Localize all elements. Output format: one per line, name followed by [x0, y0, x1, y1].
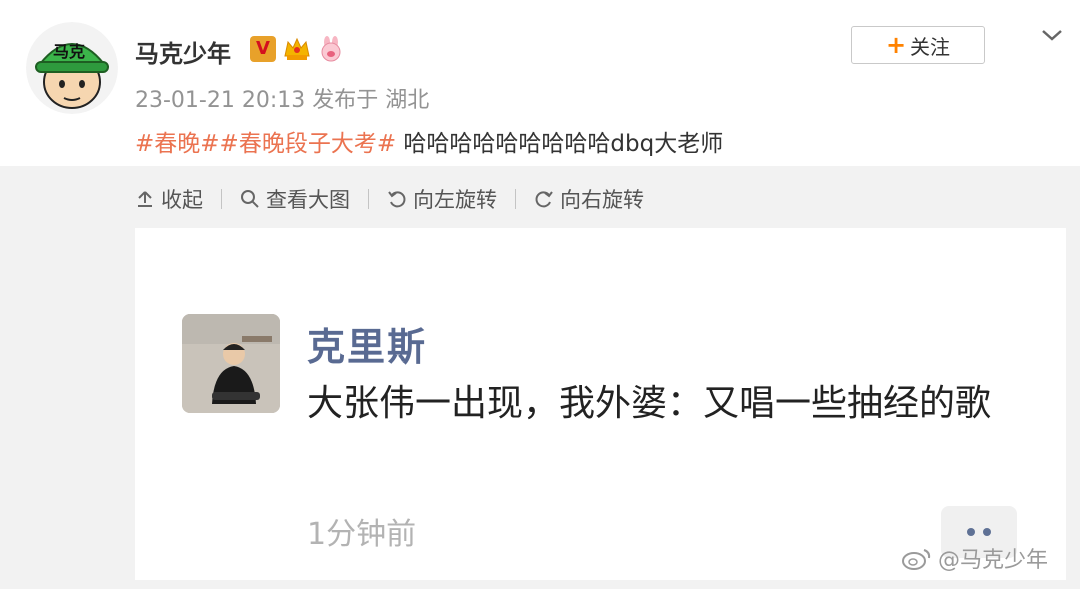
collapse-icon — [138, 191, 152, 207]
media-toolbar: 收起 查看大图 向左旋转 向右旋转 — [135, 184, 644, 214]
comment-author: 克里斯 — [307, 325, 428, 369]
user-avatar[interactable] — [26, 22, 118, 114]
weibo-icon — [902, 549, 931, 570]
avatar-cap-text: 马克 — [53, 42, 86, 61]
comment-avatar — [182, 314, 280, 413]
collapse-label: 收起 — [161, 188, 203, 212]
post-text: #春晚##春晚段子大考# 哈哈哈哈哈哈哈哈哈dbq大老师 — [135, 124, 723, 158]
weibo-watermark: @马克少年 — [902, 542, 1048, 574]
post-image[interactable]: 克里斯 大张伟一出现，我外婆：又唱一些抽经的歌 1分钟前 — [135, 228, 1066, 580]
view-large-label: 查看大图 — [266, 188, 350, 212]
watermark-text: @马克少年 — [938, 548, 1049, 573]
divider — [368, 189, 369, 209]
comment-text: 大张伟一出现，我外婆：又唱一些抽经的歌 — [307, 383, 992, 424]
topic-link[interactable]: #春晚段子大考# — [220, 131, 397, 157]
verified-v-icon: V — [250, 36, 276, 62]
rotate-left-label: 向左旋转 — [413, 188, 497, 212]
rabbit-icon — [321, 36, 341, 62]
view-large-button[interactable]: 查看大图 — [240, 184, 350, 214]
post-body: 哈哈哈哈哈哈哈哈哈dbq大老师 — [396, 131, 724, 157]
plus-icon: + — [885, 31, 907, 59]
topic-link[interactable]: #春晚# — [135, 131, 220, 157]
follow-button[interactable]: + 关注 — [851, 26, 985, 64]
rotate-right-icon — [535, 191, 553, 208]
comment-time: 1分钟前 — [307, 517, 417, 552]
collapse-button[interactable]: 收起 — [135, 184, 203, 214]
search-icon — [241, 190, 259, 208]
rotate-right-label: 向右旋转 — [560, 188, 644, 212]
rotate-left-button[interactable]: 向左旋转 — [387, 184, 497, 214]
username[interactable]: 马克少年 — [135, 34, 231, 69]
divider — [515, 189, 516, 209]
rotate-right-button[interactable]: 向右旋转 — [534, 184, 644, 214]
user-badges: V — [250, 36, 344, 62]
crown-icon — [284, 37, 310, 60]
chevron-down-icon[interactable] — [1040, 26, 1064, 44]
rotate-left-icon — [388, 191, 406, 208]
follow-label: 关注 — [910, 34, 951, 59]
post-meta: 23-01-21 20:13 发布于 湖北 — [135, 88, 430, 113]
divider — [221, 189, 222, 209]
